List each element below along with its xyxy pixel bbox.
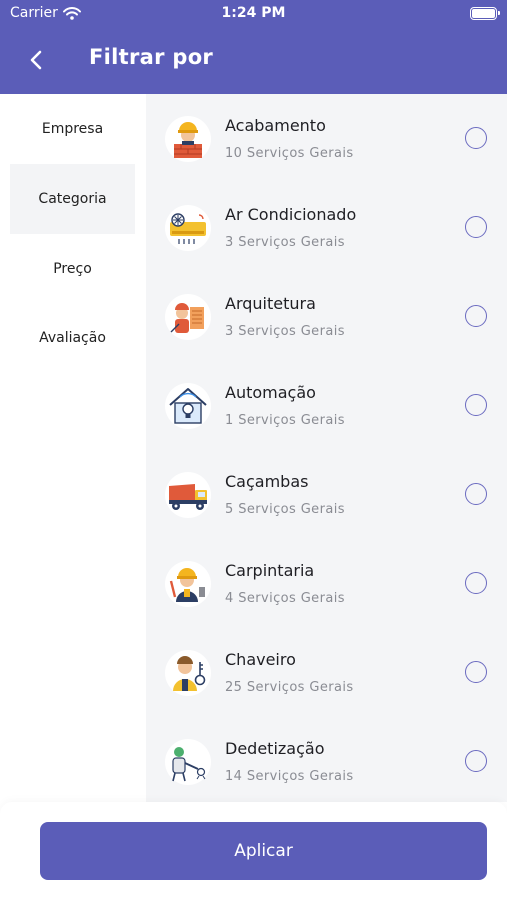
category-count: 10 Serviços Gerais bbox=[225, 146, 354, 161]
page-title: Filtrar por bbox=[89, 45, 214, 69]
list-item[interactable]: Caçambas 5 Serviços Gerais bbox=[146, 450, 507, 539]
radio-button[interactable] bbox=[465, 661, 487, 683]
carpenter-icon bbox=[165, 561, 211, 607]
category-name: Chaveiro bbox=[225, 650, 296, 669]
category-name: Arquitetura bbox=[225, 294, 316, 313]
dump-truck-icon bbox=[165, 472, 211, 518]
smart-home-icon bbox=[165, 383, 211, 429]
radio-button[interactable] bbox=[465, 216, 487, 238]
list-item[interactable]: Acabamento 10 Serviços Gerais bbox=[146, 94, 507, 183]
status-bar: Carrier 1:24 PM bbox=[0, 0, 507, 28]
category-count: 14 Serviços Gerais bbox=[225, 769, 354, 784]
radio-button[interactable] bbox=[465, 394, 487, 416]
sidebar-item-label: Categoria bbox=[38, 191, 107, 207]
radio-button[interactable] bbox=[465, 127, 487, 149]
category-name: Carpintaria bbox=[225, 561, 315, 580]
radio-button[interactable] bbox=[465, 750, 487, 772]
status-time: 1:24 PM bbox=[221, 5, 286, 21]
sidebar-item-label: Preço bbox=[53, 261, 92, 277]
footer-bar: Aplicar bbox=[0, 802, 507, 900]
category-count: 25 Serviços Gerais bbox=[225, 680, 354, 695]
filter-sidebar: Empresa Categoria Preço Avaliação bbox=[0, 94, 146, 802]
sidebar-item-label: Avaliação bbox=[39, 330, 106, 346]
sidebar-item-empresa[interactable]: Empresa bbox=[10, 94, 135, 164]
category-name: Ar Condicionado bbox=[225, 205, 357, 224]
list-item[interactable]: Carpintaria 4 Serviços Gerais bbox=[146, 539, 507, 628]
list-item[interactable]: Automação 1 Serviços Gerais bbox=[146, 361, 507, 450]
category-count: 5 Serviços Gerais bbox=[225, 502, 345, 517]
apply-button[interactable]: Aplicar bbox=[40, 822, 487, 880]
category-name: Caçambas bbox=[225, 472, 309, 491]
category-list: Acabamento 10 Serviços Gerais Ar Condici… bbox=[146, 94, 507, 802]
category-name: Acabamento bbox=[225, 116, 326, 135]
category-name: Automação bbox=[225, 383, 316, 402]
pest-control-icon bbox=[165, 739, 211, 785]
locksmith-icon bbox=[165, 650, 211, 696]
category-count: 4 Serviços Gerais bbox=[225, 591, 345, 606]
category-name: Dedetização bbox=[225, 739, 325, 758]
sidebar-item-categoria[interactable]: Categoria bbox=[10, 164, 135, 234]
category-count: 3 Serviços Gerais bbox=[225, 324, 345, 339]
sidebar-item-label: Empresa bbox=[41, 121, 104, 137]
air-conditioner-icon bbox=[165, 205, 211, 251]
radio-button[interactable] bbox=[465, 483, 487, 505]
back-arrow-icon[interactable] bbox=[24, 47, 50, 73]
sidebar-item-preco[interactable]: Preço bbox=[10, 234, 135, 304]
radio-button[interactable] bbox=[465, 572, 487, 594]
architect-icon bbox=[165, 294, 211, 340]
category-count: 1 Serviços Gerais bbox=[225, 413, 345, 428]
radio-button[interactable] bbox=[465, 305, 487, 327]
battery-icon bbox=[470, 7, 500, 20]
list-item[interactable]: Chaveiro 25 Serviços Gerais bbox=[146, 628, 507, 717]
list-item[interactable]: Dedetização 14 Serviços Gerais bbox=[146, 717, 507, 802]
sidebar-item-avaliacao[interactable]: Avaliação bbox=[10, 303, 135, 373]
list-item[interactable]: Ar Condicionado 3 Serviços Gerais bbox=[146, 183, 507, 272]
app-header: Carrier 1:24 PM Filtrar por bbox=[0, 0, 507, 94]
category-count: 3 Serviços Gerais bbox=[225, 235, 345, 250]
builder-icon bbox=[165, 116, 211, 162]
list-item[interactable]: Arquitetura 3 Serviços Gerais bbox=[146, 272, 507, 361]
